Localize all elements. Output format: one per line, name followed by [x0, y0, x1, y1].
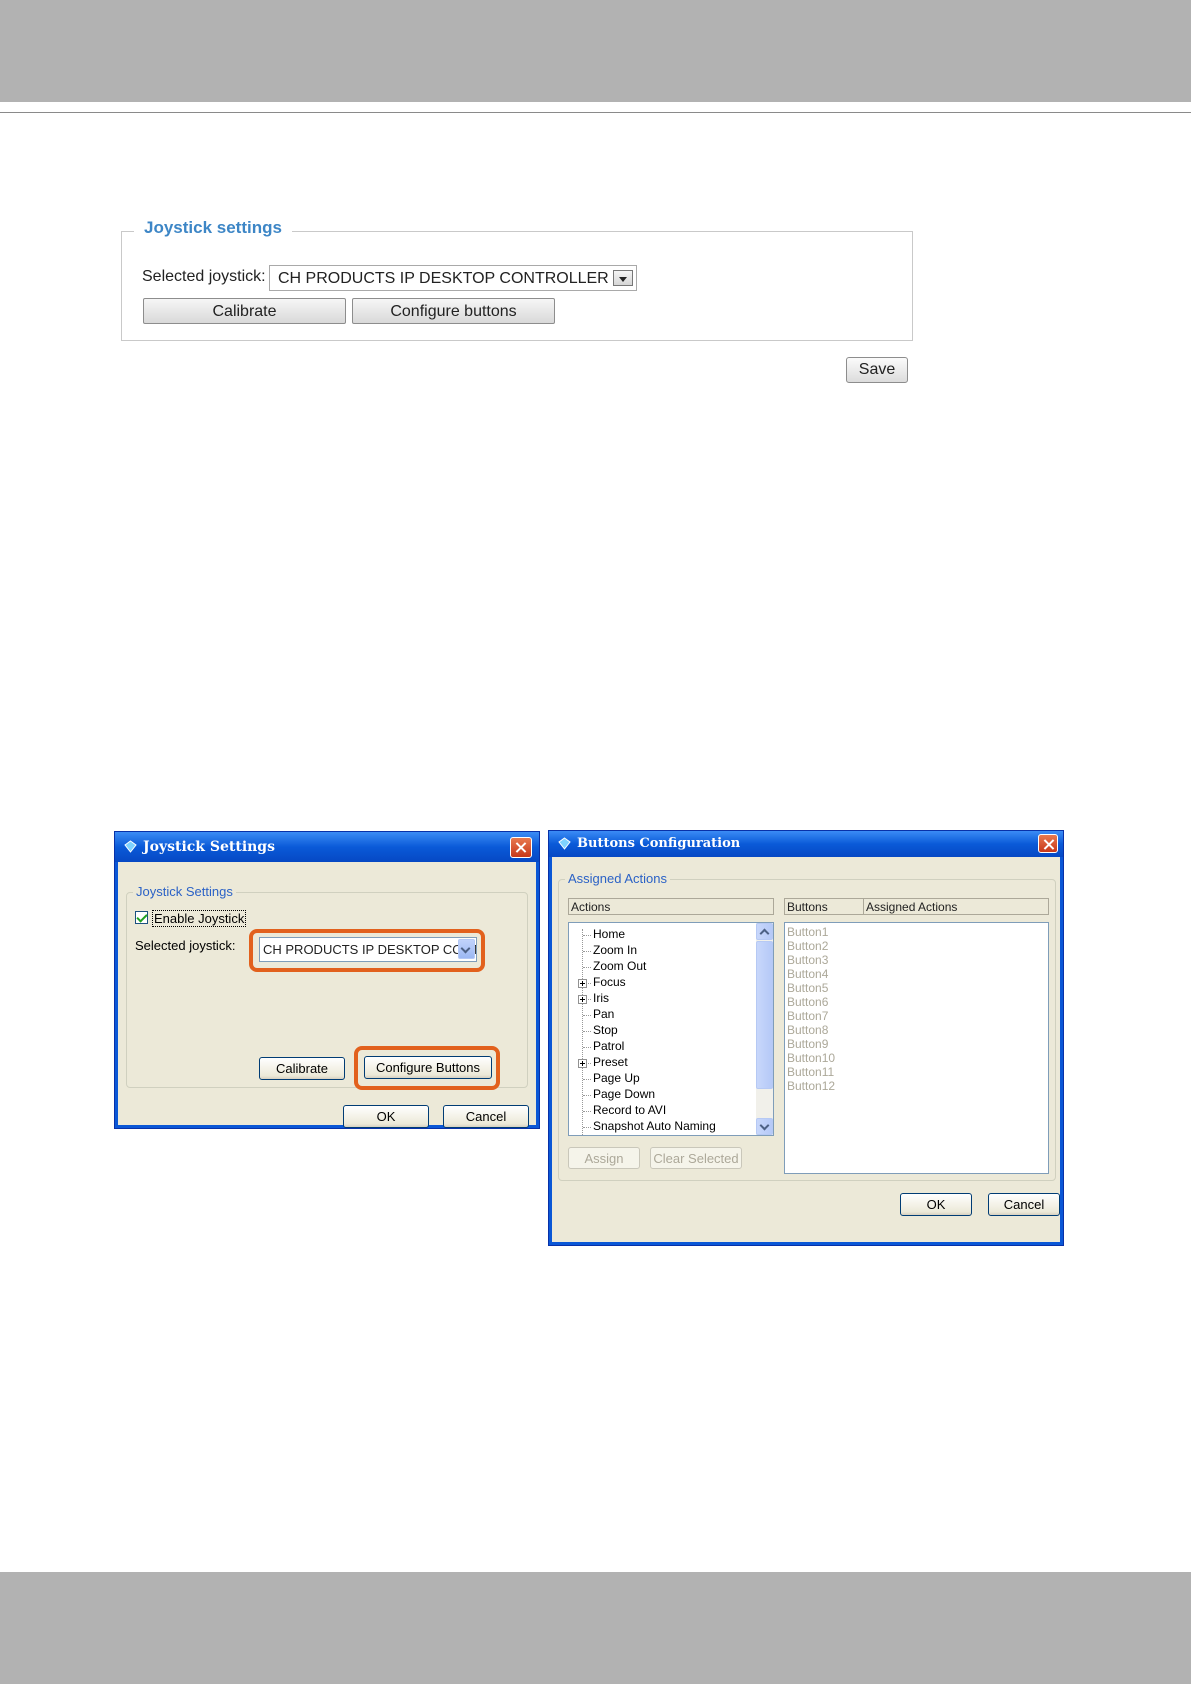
action-tree-item[interactable]: Zoom In: [593, 943, 637, 957]
buttons-dialog-body: Assigned Actions Actions Home Zoom In Zoom…: [552, 857, 1060, 1242]
joystick-select-value: CH PRODUCTS IP DESKTOP CONTROLLER: [263, 942, 476, 957]
button-list-item[interactable]: Button7: [787, 1009, 828, 1023]
expand-plus-icon[interactable]: [578, 1059, 587, 1068]
ok-button-label: OK: [926, 1197, 946, 1212]
tree-connector: [583, 1079, 591, 1081]
chevron-down-icon[interactable]: [613, 270, 633, 286]
button-list-item[interactable]: Button5: [787, 981, 828, 995]
app-gem-icon: [124, 840, 137, 853]
action-tree-item[interactable]: Focus: [593, 975, 626, 989]
action-tree-item[interactable]: Zoom Out: [593, 959, 646, 973]
tree-connector: [583, 951, 591, 953]
expand-plus-icon[interactable]: [578, 995, 587, 1004]
scroll-down-icon[interactable]: [756, 1118, 773, 1135]
buttons-list[interactable]: Button1 Button2 Button3 Button4 Button5 Butto…: [784, 922, 1049, 1174]
joystick-group-legend: Joystick Settings: [133, 884, 236, 899]
close-icon[interactable]: [1038, 834, 1058, 853]
actions-column-header[interactable]: Actions: [568, 898, 774, 915]
chevron-down-icon[interactable]: [458, 939, 475, 959]
ok-button[interactable]: OK: [900, 1193, 972, 1216]
button-list-item[interactable]: Button1: [787, 925, 828, 939]
tree-connector: [583, 1031, 591, 1033]
page-header-band: [0, 0, 1191, 102]
enable-joystick-label[interactable]: Enable Joystick: [152, 910, 247, 927]
ok-button[interactable]: OK: [343, 1105, 429, 1128]
web-configure-buttons-button[interactable]: Configure buttons: [352, 298, 555, 324]
button-list-item[interactable]: Button8: [787, 1023, 828, 1037]
cancel-button-label: Cancel: [465, 1109, 507, 1124]
action-tree-item[interactable]: Preset: [593, 1055, 628, 1069]
button-list-item[interactable]: Button3: [787, 953, 828, 967]
button-list-item[interactable]: Button2: [787, 939, 828, 953]
actions-scrollbar[interactable]: [756, 923, 773, 1135]
close-icon[interactable]: [510, 837, 532, 858]
clear-selected-label: Clear Selected: [653, 1151, 739, 1166]
button-list-item[interactable]: Button10: [787, 1051, 835, 1065]
web-joystick-select[interactable]: CH PRODUCTS IP DESKTOP CONTROLLER: [269, 265, 637, 291]
joystick-select[interactable]: CH PRODUCTS IP DESKTOP CONTROLLER: [259, 937, 477, 962]
button-list-item[interactable]: Button4: [787, 967, 828, 981]
web-joystick-select-value: CH PRODUCTS IP DESKTOP CONTROLLER: [278, 270, 609, 287]
action-tree-item[interactable]: Record to AVI: [593, 1103, 666, 1117]
buttons-dialog-titlebar[interactable]: Buttons Configuration: [549, 831, 1063, 857]
header-divider: [0, 112, 1191, 113]
action-tree-item[interactable]: Page Up: [593, 1071, 640, 1085]
button-list-item[interactable]: Button9: [787, 1037, 828, 1051]
joystick-dialog-titlebar[interactable]: Joystick Settings: [115, 832, 539, 862]
app-gem-icon: [558, 837, 571, 850]
scroll-thumb[interactable]: [756, 941, 773, 1089]
enable-joystick-checkbox[interactable]: [135, 911, 148, 924]
tree-connector: [583, 1127, 591, 1129]
calibrate-button[interactable]: Calibrate: [259, 1057, 345, 1080]
buttons-configuration-dialog: Buttons Configuration Assigned Actions A…: [548, 830, 1064, 1246]
tree-connector: [583, 1095, 591, 1097]
web-selected-joystick-label: Selected joystick:: [142, 268, 266, 285]
web-calibrate-button[interactable]: Calibrate: [143, 298, 346, 324]
assign-button[interactable]: Assign: [568, 1147, 640, 1169]
action-tree-item[interactable]: Page Down: [593, 1087, 655, 1101]
cancel-button-label: Cancel: [1003, 1197, 1045, 1212]
tree-connector: [583, 967, 591, 969]
button-list-item[interactable]: Button6: [787, 995, 828, 1009]
page-footer-band: [0, 1572, 1191, 1684]
action-tree-item[interactable]: Snapshot Auto Naming: [593, 1119, 716, 1133]
calibrate-button-label: Calibrate: [275, 1061, 329, 1076]
button-list-item[interactable]: Button12: [787, 1079, 835, 1093]
tree-connector: [583, 1015, 591, 1017]
tree-connector: [583, 1047, 591, 1049]
action-tree-item[interactable]: Patrol: [593, 1039, 624, 1053]
web-joystick-settings-panel: Joystick settings Selected joystick: CH …: [121, 218, 913, 341]
web-save-button[interactable]: Save: [846, 357, 908, 383]
assigned-actions-legend: Assigned Actions: [565, 871, 671, 886]
ok-button-label: OK: [376, 1109, 396, 1124]
cancel-button[interactable]: Cancel: [443, 1105, 529, 1128]
buttons-dialog-title: Buttons Configuration: [577, 836, 741, 851]
scroll-up-icon[interactable]: [756, 923, 773, 940]
tree-connector: [583, 1111, 591, 1113]
joystick-settings-dialog: Joystick Settings Joystick Settings Enab…: [114, 831, 540, 1129]
configure-buttons-label: Configure Buttons: [375, 1060, 481, 1075]
web-panel-legend: Joystick settings: [134, 218, 292, 238]
cancel-button[interactable]: Cancel: [988, 1193, 1060, 1216]
actions-tree[interactable]: Home Zoom In Zoom Out Focus Iris Pan Stop Patro…: [568, 922, 774, 1136]
assign-button-label: Assign: [584, 1151, 624, 1166]
action-tree-item[interactable]: Pan: [593, 1007, 614, 1021]
configure-buttons-button[interactable]: Configure Buttons: [364, 1056, 492, 1079]
joystick-dialog-title: Joystick Settings: [143, 839, 275, 855]
button-list-item[interactable]: Button11: [787, 1065, 834, 1079]
action-tree-item[interactable]: Home: [593, 927, 625, 941]
action-tree-item[interactable]: Stop: [593, 1023, 618, 1037]
action-tree-item[interactable]: Iris: [593, 991, 609, 1005]
joystick-dialog-body: Joystick Settings Enable Joystick Select…: [118, 862, 536, 1128]
assigned-actions-column-header[interactable]: Assigned Actions: [863, 898, 1049, 915]
selected-joystick-label: Selected joystick:: [135, 938, 236, 953]
buttons-column-header[interactable]: Buttons: [784, 898, 864, 915]
clear-selected-button[interactable]: Clear Selected: [650, 1147, 742, 1169]
expand-plus-icon[interactable]: [578, 979, 587, 988]
tree-connector: [583, 935, 591, 937]
